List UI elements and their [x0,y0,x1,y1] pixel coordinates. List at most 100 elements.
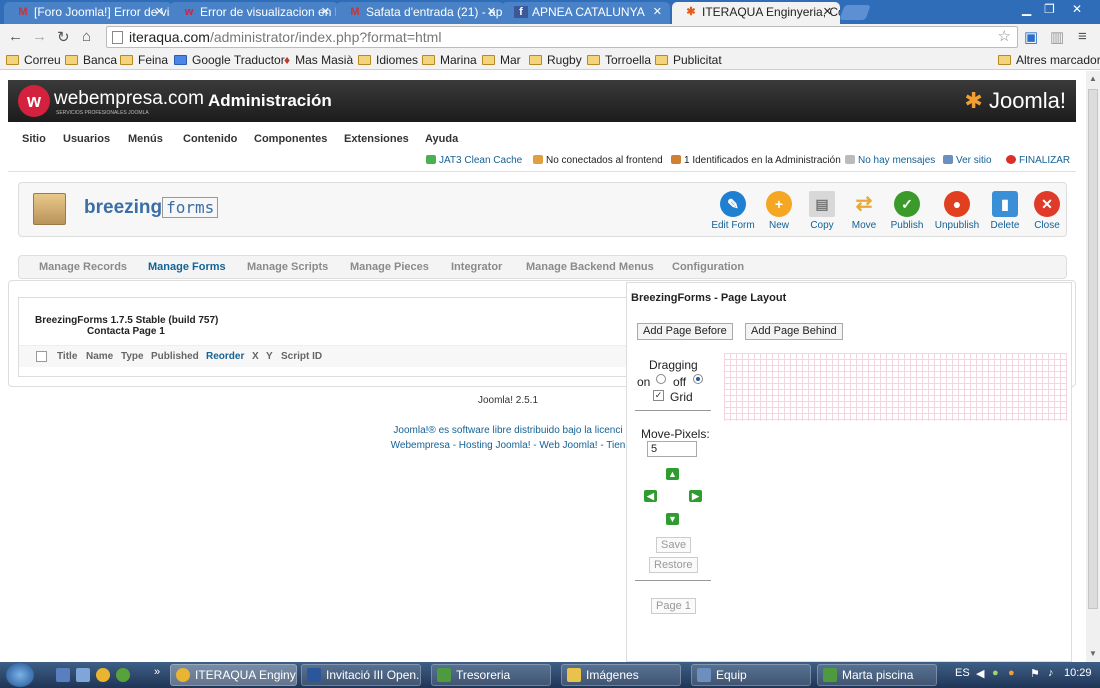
edit-form-button[interactable]: ✎ Edit Form [707,191,759,231]
show-desktop-icon[interactable] [56,668,70,682]
license-text[interactable]: Joomla!® es software libre distribuido b… [390,423,626,438]
view-site-link[interactable]: Ver sitio [943,155,992,166]
submenu-manage-pieces[interactable]: Manage Pieces [350,261,429,273]
address-bar[interactable]: iteraqua.com/administrator/index.php?for… [106,26,1018,48]
back-icon[interactable]: ← [8,28,23,45]
menu-menus[interactable]: Menús [128,133,163,145]
tray-expand-icon[interactable]: ◀ [976,667,984,680]
submenu-manage-backend-menus[interactable]: Manage Backend Menus [526,261,654,273]
close-tab-icon[interactable]: ✕ [321,2,330,22]
bookmark-idiomes[interactable]: Idiomes [358,53,418,67]
col-script-id[interactable]: Script ID [281,351,322,362]
layout-grid-canvas[interactable] [724,353,1067,421]
bookmark-torroella[interactable]: Torroella [587,53,651,67]
maximize-icon[interactable]: ❐ [1044,2,1055,16]
chrome-icon[interactable] [96,668,110,682]
extension-icon[interactable]: ▥ [1050,28,1064,46]
move-pixels-input[interactable]: 5 [647,441,697,457]
browser-tab-4[interactable]: f APNEA CATALUNYA ✕ [502,2,670,24]
page-scrollbar[interactable]: ▲ ▼ [1086,71,1100,662]
menu-extensiones[interactable]: Extensiones [344,133,409,145]
scrollbar-thumb[interactable] [1088,89,1098,609]
col-y[interactable]: Y [266,351,273,362]
menu-componentes[interactable]: Componentes [254,133,327,145]
scroll-up-icon[interactable]: ▲ [1089,74,1097,83]
bookmark-mas-masia[interactable]: ♦ Mas Masià [284,53,353,67]
translate-icon[interactable]: ▣ [1024,28,1038,46]
publish-button[interactable]: ✓ Publish [881,191,933,231]
admin-users-status[interactable]: 1 Identificados en la Administración [671,155,841,166]
more-icon[interactable]: » [154,666,160,678]
close-tab-icon[interactable]: ✕ [487,2,496,22]
tray-app-icon[interactable]: ● [992,667,999,679]
bookmark-star-icon[interactable]: ☆ [998,27,1011,47]
menu-usuarios[interactable]: Usuarios [63,133,110,145]
close-button[interactable]: ✕ Close [1021,191,1073,231]
close-tab-icon[interactable]: ✕ [653,2,662,22]
close-tab-icon[interactable]: ✕ [155,2,164,22]
hosting-links[interactable]: Webempresa - Hosting Joomla! - Web Jooml… [390,438,626,453]
add-page-behind-button[interactable]: Add Page Behind [745,323,843,340]
task-chrome[interactable]: ITERAQUA Enginy... [170,664,297,686]
frontend-status[interactable]: No conectados al frontend [533,155,663,166]
bookmark-feina[interactable]: Feina [120,53,168,67]
col-x[interactable]: X [252,351,259,362]
col-title[interactable]: Title [57,351,77,362]
menu-icon[interactable]: ≡ [1078,28,1087,45]
other-bookmarks[interactable]: Altres marcadors [998,53,1100,67]
language-indicator[interactable]: ES [955,667,970,679]
save-button[interactable]: Save [656,537,692,553]
start-button[interactable] [6,663,34,687]
bookmark-publicitat[interactable]: Publicitat [655,53,722,67]
flag-icon[interactable]: ⚑ [1030,667,1040,680]
restore-button[interactable]: Restore [649,557,698,573]
menu-contenido[interactable]: Contenido [183,133,237,145]
col-name[interactable]: Name [86,351,113,362]
close-tab-icon[interactable]: ✕ [823,2,832,22]
browser-tab-3[interactable]: M Safata d'entrada (21) - apr ✕ [336,2,504,24]
logout-link[interactable]: FINALIZAR [1006,155,1070,166]
col-reorder[interactable]: Reorder [206,351,244,362]
app-icon[interactable] [116,668,130,682]
arrow-right-icon[interactable]: ▶ [689,490,702,502]
task-excel[interactable]: Tresoreria [431,664,551,686]
bookmark-marina[interactable]: Marina [422,53,477,67]
select-all-checkbox[interactable] [36,351,47,362]
explorer-icon[interactable] [76,668,90,682]
messages-link[interactable]: No hay mensajes [845,155,935,166]
menu-sitio[interactable]: Sitio [22,133,46,145]
minimize-icon[interactable]: ▁ [1022,2,1031,16]
clean-cache-link[interactable]: JAT3 Clean Cache [426,155,522,166]
task-word[interactable]: Invitació III Open... [301,664,421,686]
bookmark-correu[interactable]: Correu [6,53,61,67]
submenu-manage-records[interactable]: Manage Records [39,261,127,273]
unpublish-button[interactable]: ● Unpublish [931,191,983,231]
bookmark-rugby[interactable]: Rugby [529,53,582,67]
submenu-configuration[interactable]: Configuration [672,261,744,273]
reload-icon[interactable]: ↻ [57,28,70,46]
task-marta[interactable]: Marta piscina [817,664,937,686]
task-equip[interactable]: Equip [691,664,811,686]
browser-tab-2[interactable]: w Error de visualizacion en B ✕ [170,2,338,24]
grid-checkbox[interactable]: ✓ [653,390,664,401]
arrow-down-icon[interactable]: ▼ [666,513,679,525]
window-close-icon[interactable]: ✕ [1072,2,1082,16]
forward-icon[interactable]: → [32,28,47,45]
home-icon[interactable]: ⌂ [82,28,91,45]
bookmark-banca[interactable]: Banca [65,53,117,67]
submenu-integrator[interactable]: Integrator [451,261,502,273]
submenu-manage-forms[interactable]: Manage Forms [148,261,226,273]
col-published[interactable]: Published [151,351,199,362]
page-1-button[interactable]: Page 1 [651,598,696,614]
col-type[interactable]: Type [121,351,144,362]
add-page-before-button[interactable]: Add Page Before [637,323,733,340]
menu-ayuda[interactable]: Ayuda [425,133,458,145]
task-images[interactable]: Imágenes [561,664,681,686]
dragging-off-radio[interactable] [693,374,703,384]
browser-tab-5[interactable]: ✱ ITERAQUA Enginyeria, Co ✕ [672,2,840,24]
bookmark-mar[interactable]: Mar [482,53,521,67]
bookmark-google-traductor[interactable]: Google Traductor [174,53,285,67]
volume-icon[interactable]: ♪ [1048,667,1054,679]
submenu-manage-scripts[interactable]: Manage Scripts [247,261,328,273]
tray-app-icon[interactable]: ● [1008,667,1015,679]
